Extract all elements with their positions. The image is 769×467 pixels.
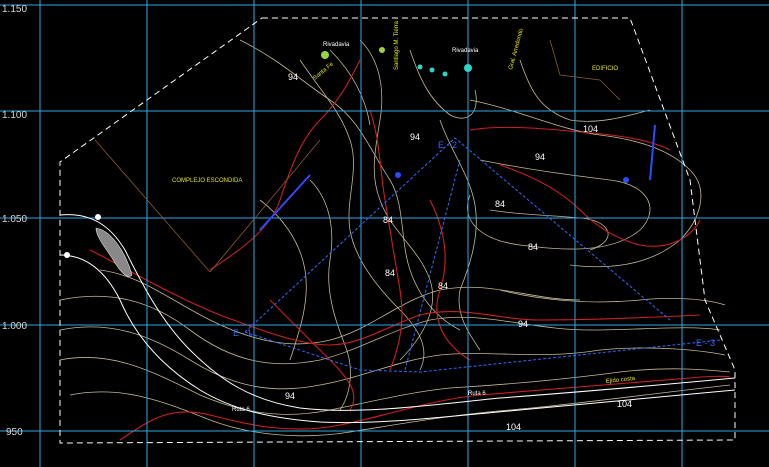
label-rivadavia-right: Rivadavia [452, 48, 479, 54]
section-label-e3: E - 3 [696, 338, 715, 348]
label-edificio: EDIFICIO [592, 66, 618, 72]
contour-label: 94 [288, 72, 298, 82]
label-street-a: Santiago M. Tierra [394, 20, 400, 70]
grid-label-950: 950 [6, 427, 23, 438]
contour-label: 94 [285, 391, 295, 401]
contour-label: 104 [617, 399, 632, 409]
grid-label-1150: 1.150 [2, 4, 27, 15]
contour-label: 104 [583, 124, 598, 134]
canvas-background [0, 0, 769, 467]
contour-label: 94 [535, 152, 545, 162]
contour-label: 84 [383, 215, 393, 225]
grid-label-1000: 1.000 [2, 321, 27, 332]
label-ruta-left: Ruta 6 [232, 407, 250, 413]
contour-label: 104 [506, 422, 521, 432]
label-complejo: COMPLEJO ESCONDIDA [172, 178, 242, 184]
label-rivadavia-left: Rivadavia [323, 42, 350, 48]
section-label-e2: E - 2 [438, 140, 457, 150]
contour-label: 84 [528, 242, 538, 252]
contour-label: 94 [518, 319, 528, 329]
contour-label: 84 [385, 268, 395, 278]
label-ruta-center: Ruta 6 [468, 391, 486, 397]
cad-canvas[interactable]: 1.150 1.100 1.050 1.000 950 94 94 104 94… [0, 0, 769, 467]
grid-label-1100: 1.100 [2, 110, 27, 121]
section-label-e1: E - 1 [233, 328, 252, 338]
contour-label: 94 [410, 132, 420, 142]
grid-label-1050: 1.050 [2, 214, 27, 225]
contour-label: 84 [438, 281, 448, 291]
contour-label: 84 [495, 199, 505, 209]
